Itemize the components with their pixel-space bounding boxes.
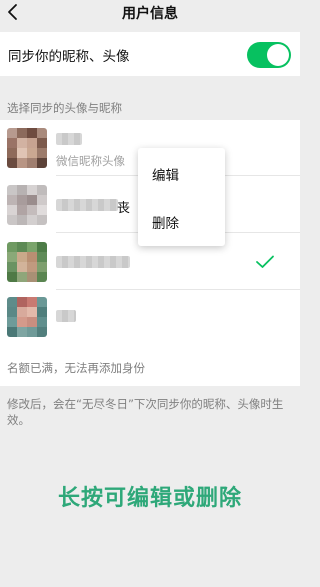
redacted-name — [56, 310, 76, 322]
navigation-bar: 用户信息 — [0, 0, 300, 24]
quota-message: 名额已满，无法再添加身份 — [7, 361, 145, 375]
divider — [56, 289, 300, 290]
checkmark-icon — [255, 254, 275, 270]
section-header: 选择同步的头像与昵称 — [7, 101, 122, 115]
sync-profile-label: 同步你的昵称、头像 — [8, 49, 130, 65]
page-title: 用户信息 — [122, 6, 178, 22]
identity-name-suffix: 丧 — [117, 201, 131, 216]
edit-menu-item[interactable]: 编辑 — [152, 164, 179, 184]
avatar — [7, 242, 47, 282]
delete-menu-item[interactable]: 删除 — [152, 212, 179, 232]
redacted-name — [56, 133, 82, 145]
avatar — [7, 185, 47, 225]
avatar — [7, 128, 47, 168]
identity-subtitle: 微信昵称头像 — [56, 154, 125, 168]
redacted-name — [56, 256, 130, 268]
sync-profile-row: 同步你的昵称、头像 — [0, 32, 300, 76]
avatar — [7, 297, 47, 337]
context-menu: 编辑 删除 — [138, 148, 225, 246]
notice-text: 修改后，会在“无尽冬日”下次同步你的昵称、头像时生效。 — [7, 397, 284, 427]
instruction-overlay: 长按可编辑或删除 — [57, 486, 242, 511]
toggle-knob — [267, 44, 289, 66]
sync-profile-toggle[interactable] — [247, 42, 291, 68]
redacted-name — [56, 199, 118, 211]
quota-row: 名额已满，无法再添加身份 — [0, 346, 300, 386]
identity-item-4[interactable] — [0, 291, 300, 347]
